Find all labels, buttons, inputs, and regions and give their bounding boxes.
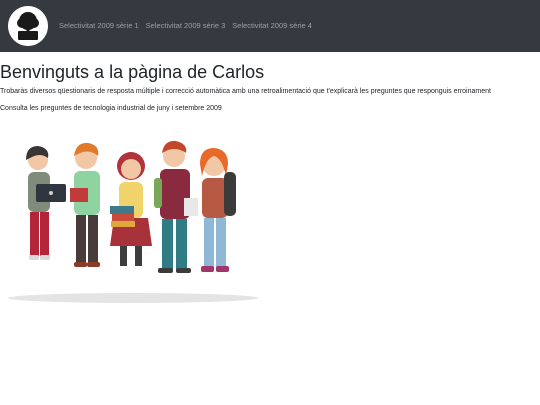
nav-link-serie-3[interactable]: Selectivitat 2009 sèrie 3: [146, 21, 226, 31]
nav-link-serie-1[interactable]: Selectivitat 2009 sèrie 1: [59, 21, 139, 31]
students-group-image: [8, 140, 258, 303]
nav-links: Selectivitat 2009 sèrie 1 Selectivitat 2…: [59, 21, 312, 31]
subtitle-text: Consulta les preguntes de tecnologia ind…: [0, 105, 222, 112]
top-navbar: Selectivitat 2009 sèrie 1 Selectivitat 2…: [0, 0, 540, 52]
students-illustration: [0, 118, 268, 308]
student-2: [70, 142, 100, 267]
intro-text: Trobaràs diversos qüestionaris de respos…: [0, 88, 491, 95]
nav-link-serie-4[interactable]: Selectivitat 2009 sèrie 4: [232, 21, 312, 31]
student-4: [154, 140, 198, 273]
student-5: [200, 148, 236, 272]
brand-logo[interactable]: [8, 6, 48, 46]
tree-logo-icon: [8, 6, 48, 46]
main-content: Benvinguts a la pàgina de Carlos Trobarà…: [0, 60, 540, 113]
student-1: [26, 146, 66, 260]
page-title: Benvinguts a la pàgina de Carlos: [0, 62, 265, 82]
student-3: [110, 152, 152, 266]
